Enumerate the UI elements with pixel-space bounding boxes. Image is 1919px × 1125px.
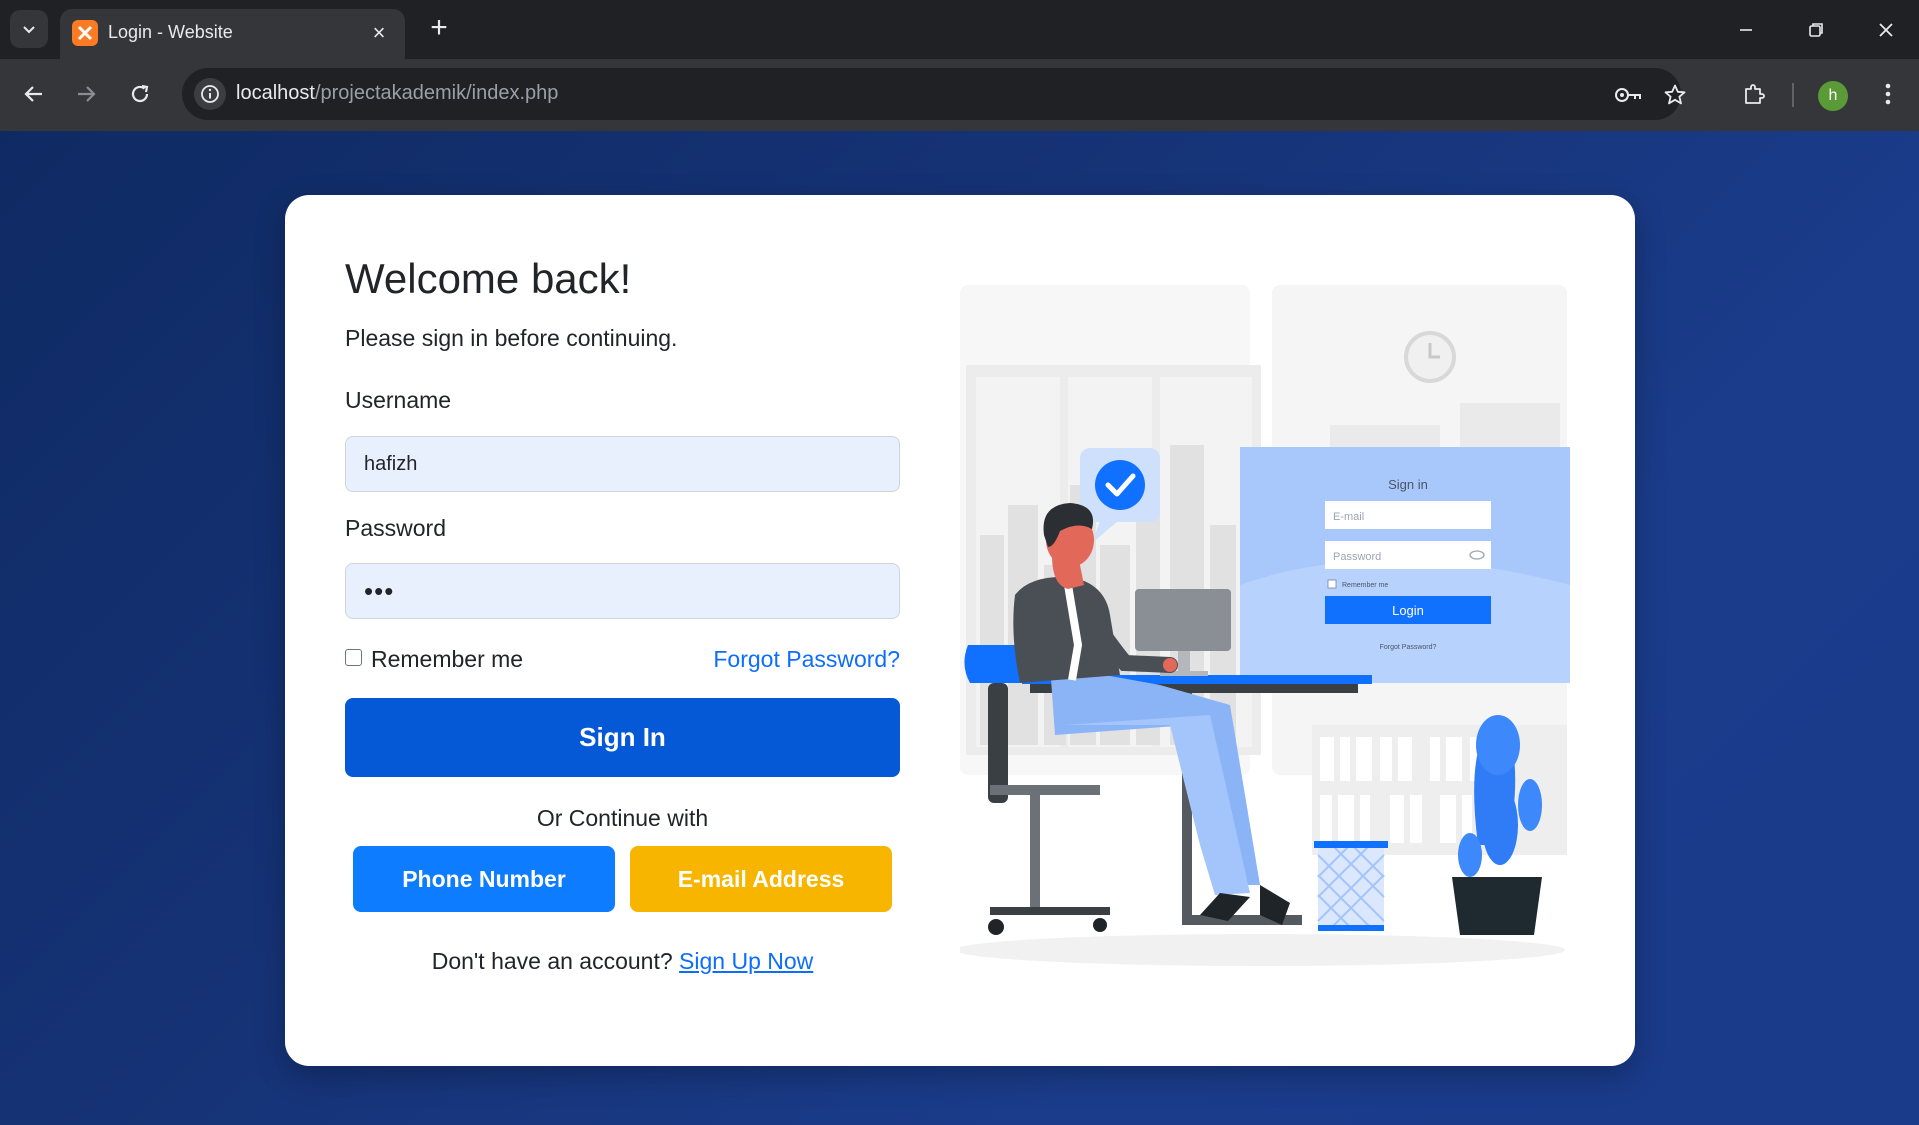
password-input[interactable] xyxy=(345,563,900,619)
mock-password-placeholder: Password xyxy=(1333,551,1381,563)
site-info-icon[interactable] xyxy=(194,78,226,110)
sign-in-button[interactable]: Sign In xyxy=(345,698,900,777)
login-form: Welcome back! Please sign in before cont… xyxy=(345,255,900,974)
more-menu-icon[interactable] xyxy=(1870,76,1906,112)
tab-title: Login - Website xyxy=(108,22,233,42)
email-address-button[interactable]: E-mail Address xyxy=(630,846,892,912)
address-bar[interactable]: localhost/projectakademik/index.php xyxy=(182,68,1686,120)
mock-email-placeholder: E-mail xyxy=(1333,511,1364,523)
welcome-heading: Welcome back! xyxy=(345,255,632,302)
page-background: Welcome back! Please sign in before cont… xyxy=(0,131,1919,1125)
url-path: /projectakademik/index.php xyxy=(314,82,559,104)
signup-prompt: Don't have an account? Sign Up Now xyxy=(345,948,900,975)
active-tab[interactable]: Login - Website × xyxy=(60,9,405,59)
username-label: Username xyxy=(345,387,452,413)
remember-checkbox[interactable] xyxy=(345,649,362,666)
close-window-icon[interactable] xyxy=(1866,12,1906,48)
restore-icon[interactable] xyxy=(1796,12,1836,48)
mock-form-title: Sign in xyxy=(1388,477,1428,492)
password-key-icon[interactable] xyxy=(1613,80,1643,110)
url-text[interactable]: localhost/projectakademik/index.php xyxy=(236,82,558,105)
new-tab-plus-icon[interactable]: + xyxy=(424,13,454,44)
url-host: localhost xyxy=(236,82,315,104)
mock-forgot: Forgot Password? xyxy=(1380,644,1437,651)
remember-me[interactable]: Remember me xyxy=(345,646,523,673)
no-account-text: Don't have an account? xyxy=(431,948,673,974)
extensions-puzzle-icon[interactable] xyxy=(1736,76,1772,112)
tab-close-icon[interactable]: × xyxy=(367,21,391,45)
sign-up-link[interactable]: Sign Up Now xyxy=(679,948,813,974)
browser-toolbar: localhost/projectakademik/index.php h xyxy=(0,59,1919,131)
login-illustration: Sign in E-mail Password Remember me Logi… xyxy=(960,285,1570,966)
login-subtitle: Please sign in before continuing. xyxy=(345,325,678,351)
chevron-down-icon xyxy=(23,26,35,34)
remember-label: Remember me xyxy=(371,646,524,672)
login-card: Welcome back! Please sign in before cont… xyxy=(285,195,1635,1066)
xampp-favicon-icon xyxy=(72,20,98,46)
browser-tab-strip: Login - Website × + xyxy=(0,0,1919,59)
toolbar-divider xyxy=(1792,83,1794,107)
profile-avatar[interactable]: h xyxy=(1818,81,1848,111)
mock-remember: Remember me xyxy=(1342,582,1388,589)
password-label: Password xyxy=(345,515,446,541)
minimize-icon[interactable] xyxy=(1726,12,1766,48)
mock-login-button: Login xyxy=(1392,603,1424,618)
or-continue-text: Or Continue with xyxy=(536,805,709,831)
forward-arrow-icon[interactable] xyxy=(68,76,104,112)
phone-number-button[interactable]: Phone Number xyxy=(353,846,615,912)
reload-icon[interactable] xyxy=(122,76,158,112)
back-arrow-icon[interactable] xyxy=(16,76,52,112)
forgot-password-link[interactable]: Forgot Password? xyxy=(713,646,900,673)
tab-search-button[interactable] xyxy=(10,10,48,48)
bookmark-star-icon[interactable] xyxy=(1660,80,1690,110)
username-input[interactable] xyxy=(345,436,900,492)
